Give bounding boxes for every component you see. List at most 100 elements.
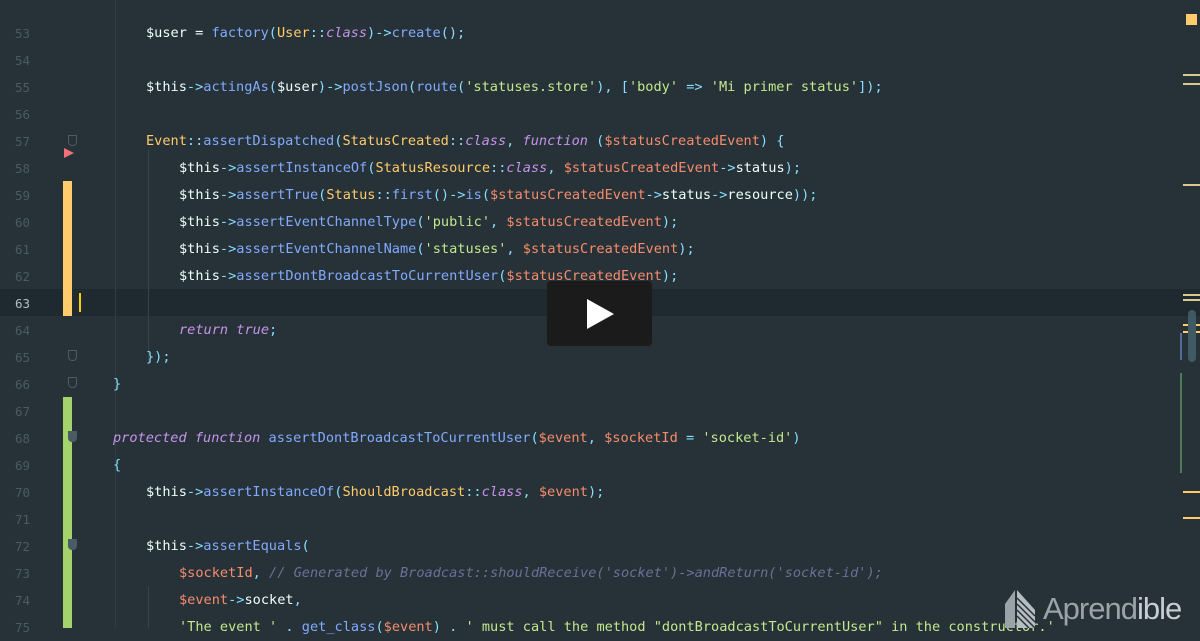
code-token: , xyxy=(506,241,523,257)
code-token: = xyxy=(186,25,212,41)
fold-icon[interactable] xyxy=(68,377,77,388)
code-token: } xyxy=(113,376,122,392)
text-cursor xyxy=(79,293,81,312)
code-token: function xyxy=(522,133,588,149)
fold-icon[interactable] xyxy=(68,350,77,361)
code-line[interactable]: 71 xyxy=(0,506,1170,533)
code-text: } xyxy=(113,371,121,398)
minimap-mark xyxy=(1183,83,1200,85)
code-token: ()-> xyxy=(432,187,466,203)
code-token: $user xyxy=(146,25,187,41)
code-token: :: xyxy=(490,160,507,176)
code-token: assertDontBroadcastToCurrentUser xyxy=(236,268,499,284)
video-play-button[interactable] xyxy=(547,281,652,346)
code-token: $this xyxy=(179,268,220,284)
code-token: ( xyxy=(481,187,491,203)
code-token: -> xyxy=(186,538,204,554)
code-text: return true; xyxy=(179,317,277,344)
code-token: , xyxy=(490,214,507,230)
code-line[interactable]: 70 $this->assertInstanceOf(ShouldBroadcas… xyxy=(0,479,1170,506)
minimap-mark xyxy=(1183,491,1200,493)
code-token: 'statuses' xyxy=(424,241,507,257)
code-token: StatusCreated xyxy=(342,133,449,149)
code-token: assertInstanceOf xyxy=(236,160,368,176)
code-line[interactable]: 67 xyxy=(0,398,1170,425)
line-number: 61 xyxy=(14,242,30,257)
code-token: $this xyxy=(179,187,220,203)
code-token: assertEventChannelType xyxy=(236,214,417,230)
aprendible-logo-icon xyxy=(1005,590,1036,628)
code-line[interactable]: 65}); xyxy=(0,344,1170,371)
code-token: assertTrue xyxy=(236,187,319,203)
code-token: StatusResource xyxy=(375,160,491,176)
line-number: 74 xyxy=(14,593,30,608)
code-text: $this->assertInstanceOf(StatusResource::… xyxy=(179,155,801,182)
code-token: Status xyxy=(326,187,376,203)
code-token: ); xyxy=(678,241,695,257)
line-number: 70 xyxy=(14,485,30,500)
code-line[interactable]: 74 $event->socket, xyxy=(0,587,1170,614)
code-token: ); xyxy=(784,160,802,176)
code-token: 'statuses.store' xyxy=(465,79,597,95)
code-line[interactable]: 66} xyxy=(0,371,1170,398)
line-number: 56 xyxy=(14,107,30,122)
code-line[interactable]: 61 $this->assertEventChannelName('statuse… xyxy=(0,236,1170,263)
scrollbar-thumb[interactable] xyxy=(1188,310,1196,362)
code-line[interactable]: 72 $this->assertEquals( xyxy=(0,533,1170,560)
line-number: 69 xyxy=(14,458,30,473)
code-token: $event xyxy=(538,484,588,500)
code-line[interactable]: 55 $this->actingAs($user)->postJson(route… xyxy=(0,74,1170,101)
fold-icon[interactable] xyxy=(68,135,77,146)
code-token: -> xyxy=(219,268,237,284)
minimap-mark xyxy=(1183,74,1200,76)
minimap-mark xyxy=(1183,299,1200,301)
code-line[interactable]: 54 xyxy=(0,47,1170,74)
code-line[interactable]: 69 { xyxy=(0,452,1170,479)
fold-icon[interactable] xyxy=(68,539,77,550)
code-token: is xyxy=(465,187,482,203)
code-token: class xyxy=(465,133,507,149)
code-token: . xyxy=(440,619,466,635)
fold-icon[interactable] xyxy=(68,431,77,442)
code-token: route xyxy=(416,79,458,95)
code-line[interactable]: 73 $socketId, // Generated by Broadcast::… xyxy=(0,560,1170,587)
minimap-mark xyxy=(1183,184,1200,186)
code-text: $socketId, // Generated by Broadcast::sh… xyxy=(179,560,883,587)
code-token: :: xyxy=(375,187,392,203)
code-token: $event xyxy=(538,430,588,446)
code-token: function xyxy=(194,430,261,446)
line-number: 59 xyxy=(14,188,30,203)
line-number: 62 xyxy=(14,269,30,284)
code-token: 'body' xyxy=(628,79,679,95)
code-token: protected xyxy=(113,430,187,446)
code-line[interactable]: 68 protected function assertDontBroadcast… xyxy=(0,425,1170,452)
code-line[interactable]: 60 $this->assertEventChannelType('public'… xyxy=(0,209,1170,236)
code-token: first xyxy=(391,187,433,203)
code-token: socket xyxy=(244,592,294,608)
line-number: 53 xyxy=(14,26,30,41)
code-token: assertEquals xyxy=(203,538,302,554)
code-token: , xyxy=(587,430,605,446)
code-token: ' must call the method "dontBroadcastToC… xyxy=(465,619,1055,635)
code-text: $this->assertEventChannelName('statuses'… xyxy=(179,236,695,263)
line-number: 66 xyxy=(14,377,30,392)
breakpoint-arrow-icon[interactable] xyxy=(64,148,74,158)
code-line[interactable]: 58 $this->assertInstanceOf(StatusResource… xyxy=(0,155,1170,182)
code-token: => xyxy=(678,79,711,95)
code-token: }); xyxy=(146,349,171,365)
minimap-mark xyxy=(1183,517,1200,519)
code-text: $this->assertTrue(Status::first()->is($s… xyxy=(179,182,817,209)
code-line[interactable]: 59 $this->assertTrue(Status::first()->is(… xyxy=(0,182,1170,209)
code-token: ( xyxy=(416,241,425,257)
line-number: 67 xyxy=(14,404,30,419)
code-token: -> xyxy=(186,79,204,95)
code-token: 'public' xyxy=(424,214,491,230)
line-number: 72 xyxy=(14,539,30,554)
code-token: $this xyxy=(179,214,220,230)
code-line[interactable]: 56 xyxy=(0,101,1170,128)
code-token: ShouldBroadcast xyxy=(342,484,466,500)
code-line[interactable]: 57 Event::assertDispatched (StatusCreated:… xyxy=(0,128,1170,155)
code-line[interactable]: 53 $user = factory(User::class)->create()… xyxy=(0,20,1170,47)
code-token: User xyxy=(276,25,310,41)
code-token: -> xyxy=(711,187,728,203)
